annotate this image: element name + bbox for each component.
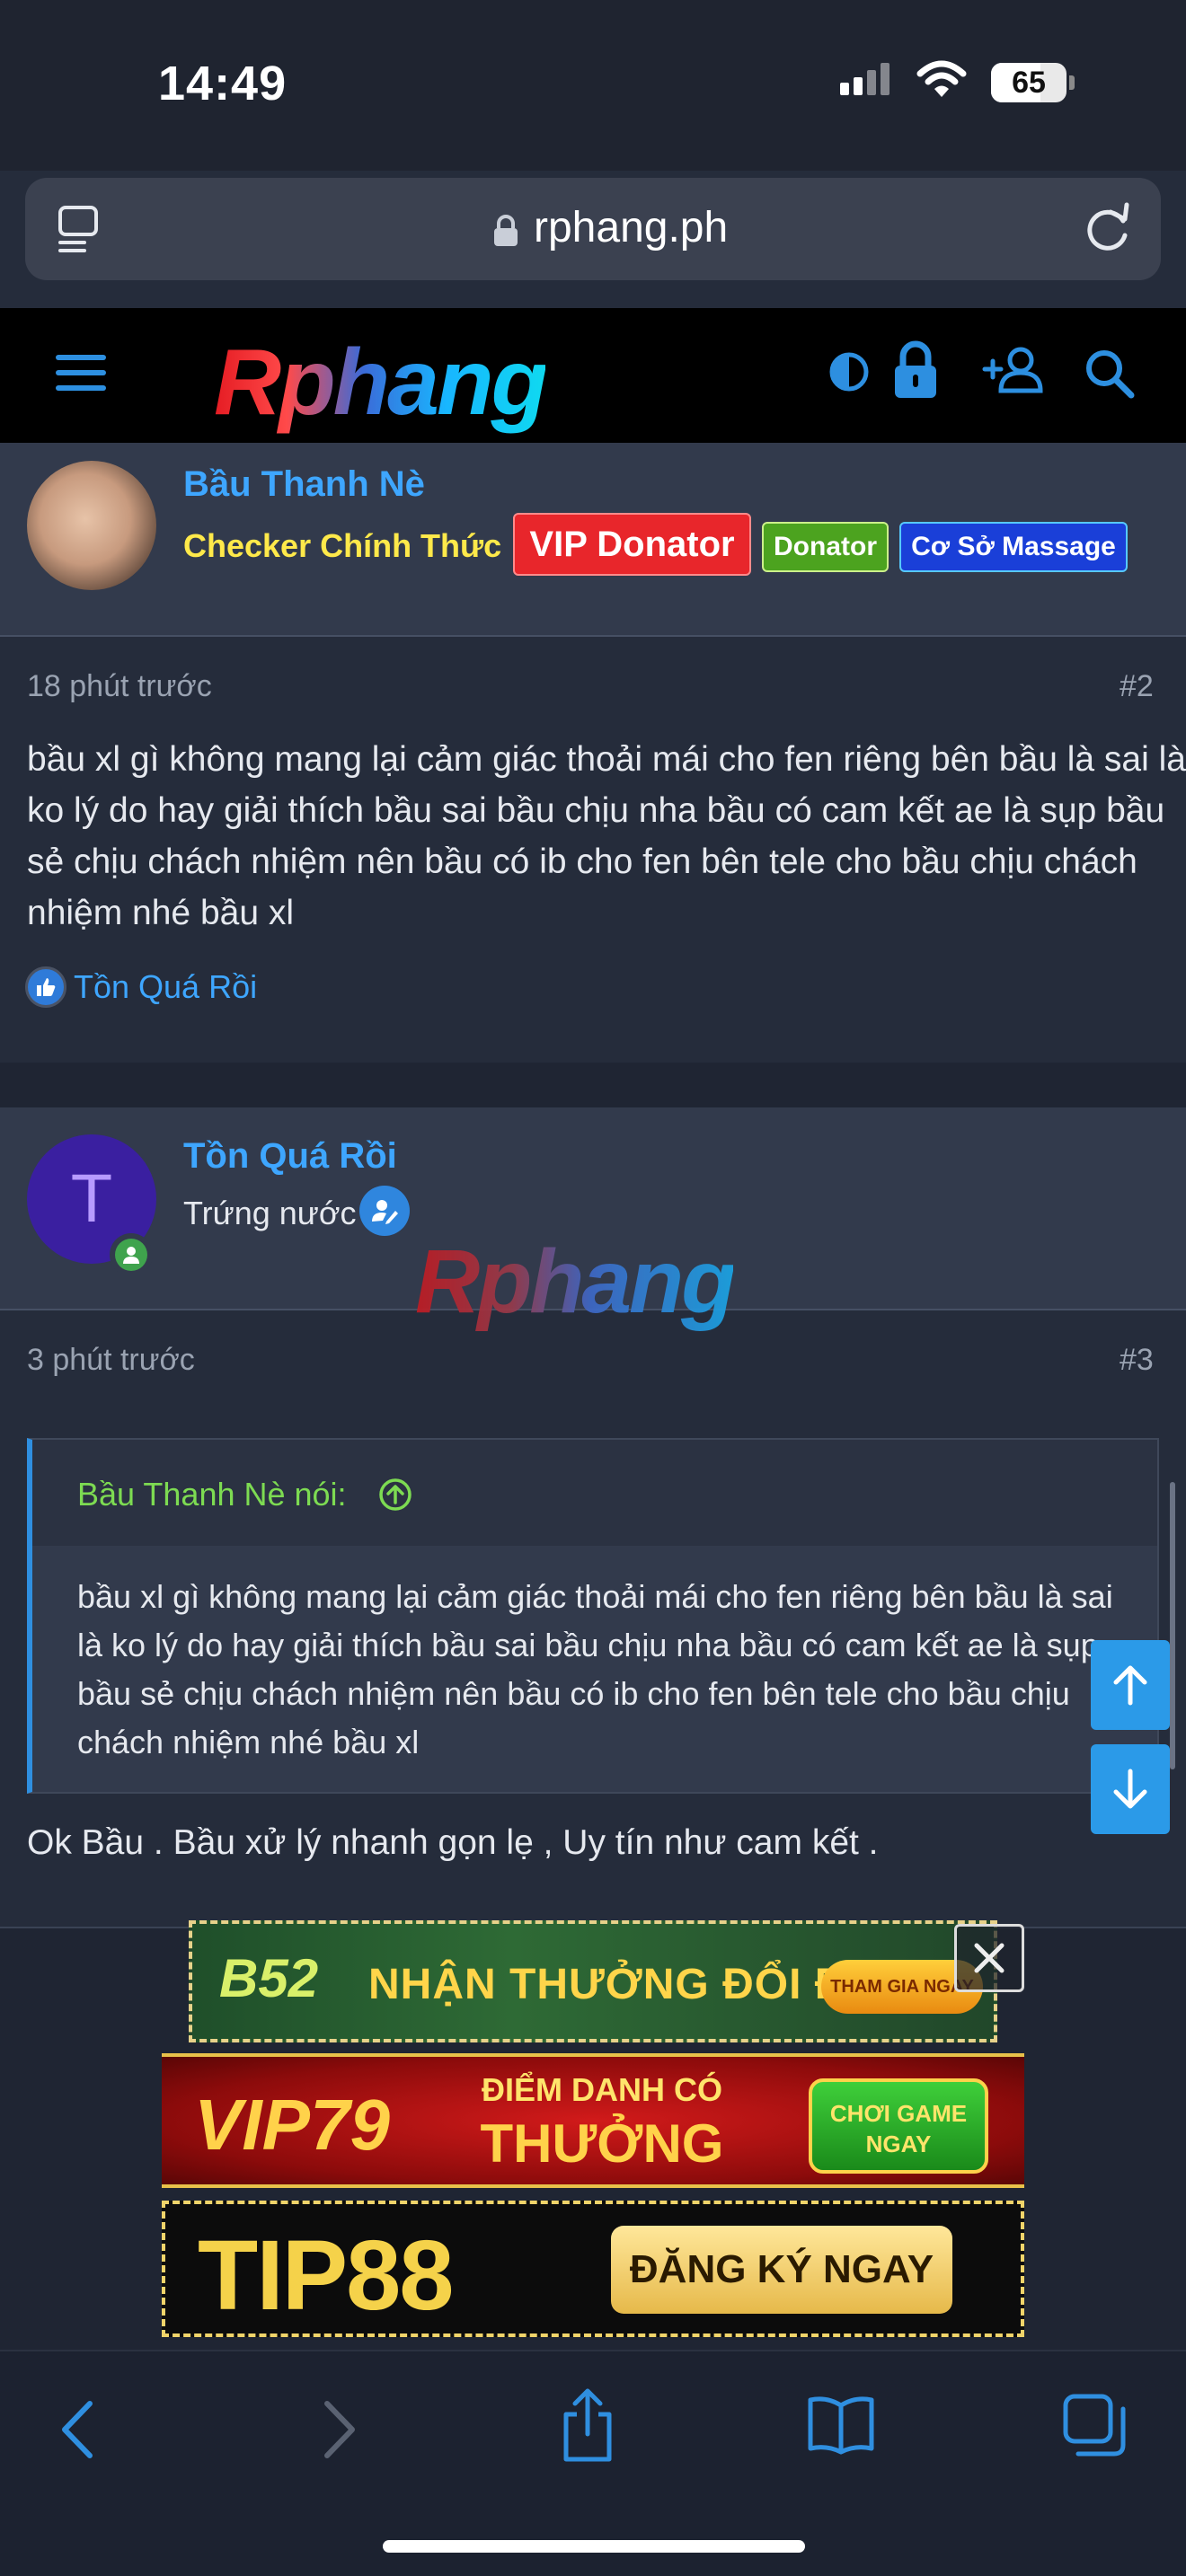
- massage-badge: Cơ Sở Massage: [899, 522, 1128, 572]
- ad-banner-tip88[interactable]: TIP88 ĐĂNG KÝ NGAY: [162, 2201, 1024, 2337]
- ad-cta-button[interactable]: ĐĂNG KÝ NGAY: [611, 2226, 952, 2314]
- post-text: Ok Bầu . Bầu xử lý nhanh gọn lẹ , Uy tín…: [27, 1823, 879, 1862]
- scroll-to-top-button[interactable]: [1091, 1640, 1170, 1730]
- watermark-logo: Rphang: [415, 1231, 736, 1332]
- post-time[interactable]: 18 phút trước: [27, 669, 212, 704]
- search-icon[interactable]: [1084, 348, 1136, 400]
- ad-cta-button[interactable]: CHƠI GAME NGAY: [809, 2078, 988, 2174]
- jump-to-quote-icon[interactable]: [378, 1478, 412, 1512]
- post-number[interactable]: #2: [1120, 669, 1154, 704]
- status-bar: 14:49 65 rphang.ph: [0, 0, 1186, 280]
- quote-author[interactable]: Bầu Thanh Nè nói:: [77, 1476, 347, 1513]
- address-bar[interactable]: rphang.ph: [25, 178, 1161, 280]
- page-menu-icon[interactable]: [58, 205, 102, 255]
- ad-slogan-line1: ĐIỂM DANH CÓ: [482, 2071, 722, 2108]
- scroll-to-bottom-button[interactable]: [1091, 1744, 1170, 1834]
- battery-percent: 65: [1012, 66, 1046, 100]
- post-user-panel: Bầu Thanh Nè Checker Chính Thức VIP Dona…: [0, 443, 1186, 637]
- donator-badge: Donator: [762, 522, 889, 572]
- user-title: Checker Chính Thức: [183, 527, 502, 564]
- bookmarks-icon[interactable]: [807, 2395, 875, 2456]
- user-edit-icon: [359, 1186, 410, 1236]
- reaction-bar[interactable]: Tồn Quá Rồi: [25, 966, 257, 1008]
- site-logo[interactable]: Rphang: [214, 330, 548, 437]
- ad-close-button[interactable]: [954, 1924, 1024, 1992]
- quote-text: bầu xl gì không mang lại cảm giác thoải …: [77, 1578, 1113, 1760]
- tabs-icon[interactable]: [1062, 2393, 1127, 2457]
- url-text: rphang.ph: [534, 204, 729, 251]
- theme-toggle-icon[interactable]: [828, 351, 870, 393]
- online-status-icon: [110, 1233, 153, 1276]
- ad-banner-b52[interactable]: B52 NHẬN THƯỞNG ĐỔI ĐỜI THAM GIA NGAY: [189, 1920, 997, 2042]
- reload-icon[interactable]: [1082, 201, 1134, 255]
- site-header: Rphang: [0, 308, 1186, 443]
- post-time[interactable]: 3 phút trước: [27, 1343, 195, 1378]
- battery-icon: 65: [991, 63, 1067, 102]
- ad-brand: TIP88: [198, 2220, 454, 2331]
- user-rank: Trứng nước: [183, 1195, 357, 1231]
- post-username[interactable]: Tồn Quá Rồi: [183, 1136, 397, 1177]
- vip-donator-badge: VIP Donator: [513, 513, 751, 576]
- ad-brand: VIP79: [194, 2085, 390, 2165]
- thumbs-up-icon: [25, 966, 66, 1008]
- arrow-down-icon: [1113, 1769, 1147, 1809]
- reaction-username[interactable]: Tồn Quá Rồi: [74, 968, 257, 1006]
- status-time: 14:49: [158, 57, 288, 110]
- close-icon: [974, 1943, 1005, 1973]
- arrow-up-icon: [1113, 1665, 1147, 1706]
- ad-banner-vip79[interactable]: VIP79 ĐIỂM DANH CÓ THƯỞNG CHƠI GAME NGAY: [162, 2053, 1024, 2188]
- ad-brand: B52: [219, 1948, 319, 2008]
- post-text: bầu xl gì không mang lại cảm giác thoải …: [27, 740, 1186, 932]
- menu-icon[interactable]: [56, 355, 106, 394]
- login-lock-icon[interactable]: [891, 340, 940, 400]
- wifi-icon: [916, 60, 967, 97]
- post-username[interactable]: Bầu Thanh Nè: [183, 464, 425, 505]
- scrollbar[interactable]: [1170, 1482, 1175, 1769]
- battery-nub: [1069, 75, 1075, 90]
- ad-slogan: NHẬN THƯỞNG ĐỔI ĐỜI: [368, 1961, 898, 2008]
- avatar[interactable]: [27, 461, 156, 590]
- quote-block: Bầu Thanh Nè nói: bầu xl gì không mang l…: [27, 1438, 1159, 1794]
- lock-icon: [494, 215, 518, 246]
- forward-icon[interactable]: [316, 2396, 361, 2463]
- back-icon[interactable]: [56, 2396, 101, 2463]
- cellular-signal-icon: [840, 63, 890, 95]
- share-icon[interactable]: [559, 2387, 616, 2463]
- post-number[interactable]: #3: [1120, 1343, 1154, 1378]
- home-indicator[interactable]: [383, 2540, 805, 2553]
- register-user-icon[interactable]: [981, 346, 1046, 394]
- post-separator: [0, 1063, 1186, 1107]
- ad-slogan-line2: THƯỞNG: [480, 2113, 724, 2174]
